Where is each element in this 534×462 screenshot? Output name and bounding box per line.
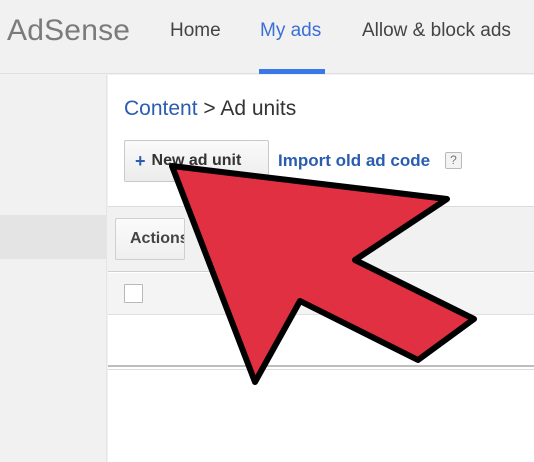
tab-my-ads[interactable]: My ads [260, 20, 321, 42]
table-divider [108, 365, 534, 370]
left-sidebar [0, 75, 107, 462]
sidebar-selected-item[interactable] [0, 215, 107, 259]
toolbar: + New ad unit Import old ad code ? [108, 140, 534, 186]
breadcrumb-current: Ad units [220, 97, 297, 120]
tab-allow-block-ads[interactable]: Allow & block ads [362, 20, 511, 42]
actions-bar: Actions [108, 206, 534, 272]
import-old-ad-code-link[interactable]: Import old ad code [278, 151, 430, 171]
breadcrumb: Content > Ad units [124, 97, 296, 121]
new-ad-unit-label: New ad unit [151, 152, 242, 169]
breadcrumb-content-link[interactable]: Content [124, 97, 198, 120]
table-header-row [108, 273, 534, 315]
new-ad-unit-button[interactable]: + New ad unit [124, 140, 269, 182]
active-tab-indicator [259, 69, 325, 74]
main-content: Content > Ad units + New ad unit Import … [108, 75, 534, 462]
help-icon[interactable]: ? [445, 152, 462, 169]
plus-icon: + [135, 150, 146, 171]
breadcrumb-separator: > [203, 97, 216, 120]
adsense-logo[interactable]: AdSense [7, 14, 130, 48]
tab-home[interactable]: Home [170, 20, 221, 42]
top-bar: AdSense Home My ads Allow & block ads [0, 0, 534, 74]
actions-button[interactable]: Actions [115, 218, 185, 260]
select-all-checkbox[interactable] [124, 284, 143, 303]
